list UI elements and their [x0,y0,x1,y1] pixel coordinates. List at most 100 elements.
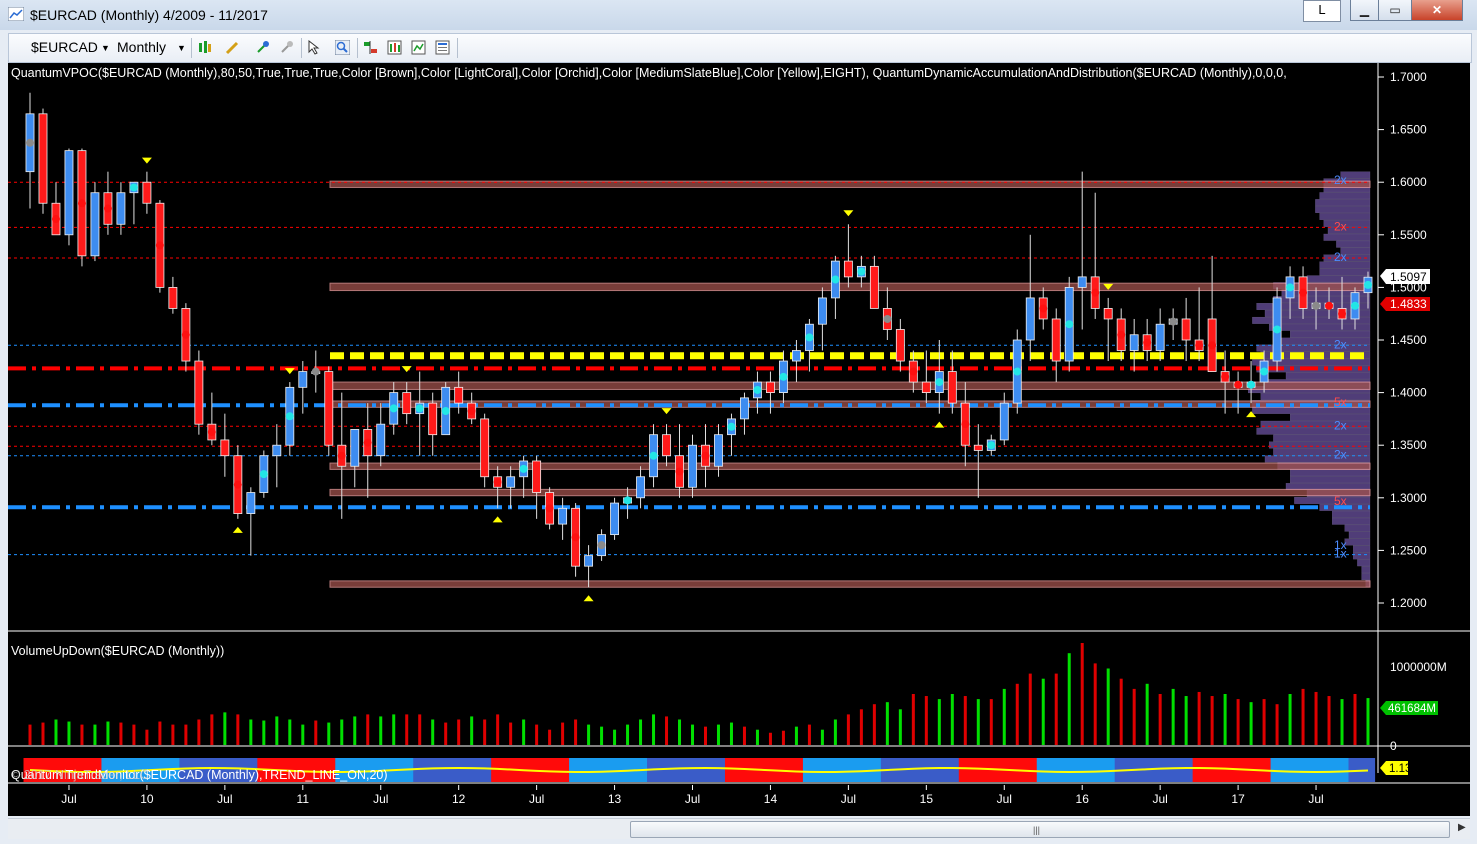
profile-bin [1285,483,1371,491]
candle[interactable] [830,255,840,319]
candle[interactable] [77,148,87,267]
candle[interactable] [999,392,1009,446]
drawing-pencil-icon[interactable] [225,40,240,55]
candle[interactable] [103,171,113,235]
properties-icon[interactable] [435,40,450,55]
candle[interactable] [90,182,100,262]
candle[interactable] [25,92,35,209]
candle[interactable] [1194,287,1204,362]
candle[interactable] [636,466,645,509]
candle[interactable] [688,434,697,498]
magnifier-icon[interactable] [335,40,350,55]
candle[interactable] [804,318,814,372]
candle[interactable] [973,424,983,498]
horizontal-scrollbar[interactable]: ||| ▶ [8,818,1470,839]
candle[interactable] [324,366,334,456]
candle[interactable] [220,413,230,477]
profile-bin [1281,337,1371,345]
candle[interactable] [895,318,905,372]
candle[interactable] [558,497,568,540]
candle[interactable] [675,424,684,498]
candle[interactable] [116,182,126,235]
trend-segment [828,758,843,782]
profile-bin [1306,275,1371,283]
volume-bar [768,732,772,745]
candle[interactable] [1207,255,1217,372]
time-axis[interactable]: Jul 10 Jul 11 Jul 12 Jul 13 Jul 14 Jul 15 Jul 16 Jul 17… [61,785,1324,806]
candle[interactable] [168,276,178,314]
volume-bar [444,722,448,745]
candle[interactable] [480,413,490,488]
indicators-icon[interactable] [363,40,378,55]
interval-dropdown-icon[interactable]: ▼ [177,43,186,53]
title-bar[interactable]: $EURCAD (Monthly) 4/2009 - 11/2017 L ▁ ▭… [0,0,1477,30]
candlesticks[interactable] [25,92,1373,588]
profile-multiplier-label: 2x [1334,250,1347,264]
candle[interactable] [207,392,217,446]
candle[interactable] [142,171,152,214]
volume-bar [301,724,305,745]
candle[interactable] [194,350,204,435]
candle[interactable] [610,497,619,540]
close-button[interactable]: ✕ [1411,0,1463,21]
volume-bar [1119,678,1123,745]
candle[interactable] [64,148,74,246]
price-levels: 2x2x2x2x5x2x2x5x1x1x [8,173,1370,561]
candle[interactable] [792,340,801,383]
candle[interactable] [1129,318,1139,372]
candle[interactable] [727,413,736,456]
volume-bar [703,726,707,745]
instrument-dropdown-icon[interactable]: ▼ [101,43,110,53]
candle[interactable] [376,403,386,467]
candle[interactable] [1181,297,1191,362]
candle[interactable] [1051,308,1061,383]
candle[interactable] [843,224,853,288]
candle[interactable] [38,108,48,214]
instrument-selector[interactable]: $EURCAD [31,39,98,55]
bar-style-icon[interactable] [197,40,212,55]
trend-segment [426,758,440,782]
window-title: $EURCAD (Monthly) 4/2009 - 11/2017 [30,7,268,23]
volume-bar [1301,688,1305,745]
candle[interactable] [1090,192,1100,319]
candle[interactable] [740,392,749,435]
interval-selector[interactable]: Monthly [117,39,166,55]
candle[interactable] [506,466,516,509]
candle[interactable] [1103,297,1113,362]
zoom-in-icon[interactable] [255,40,270,55]
vpoc-dot [337,451,346,460]
vpoc-dot [26,138,34,147]
candle[interactable] [363,403,373,498]
profile-bin [1353,545,1371,553]
scroll-right-arrow-icon[interactable]: ▶ [1458,822,1466,833]
volume-bar [1041,678,1045,745]
layout-button[interactable]: L [1303,0,1341,22]
candle[interactable] [869,255,879,309]
volume-bar [639,719,643,745]
candle[interactable] [882,287,892,340]
candle[interactable] [51,182,61,236]
candle[interactable] [1077,171,1087,330]
chart-canvas[interactable]: 2x2x2x2x5x2x2x5x1x1x 1.70001.65001.60001… [8,63,1470,816]
strategies-icon[interactable] [387,40,402,55]
candle[interactable] [1025,234,1035,362]
maximize-button[interactable]: ▭ [1378,0,1412,21]
candle[interactable] [246,487,256,556]
data-box-icon[interactable] [411,40,426,55]
candle[interactable] [532,455,542,519]
zoom-out-icon[interactable] [279,40,294,55]
up-candle-body [350,429,360,467]
candle[interactable] [493,466,503,509]
cursor-icon[interactable] [307,40,322,55]
profile-bin [1315,206,1371,213]
minimize-button[interactable]: ▁ [1350,0,1379,21]
candle[interactable] [817,287,827,351]
candle[interactable] [272,424,282,488]
down-candle-body [480,418,490,478]
scrollbar-thumb[interactable]: ||| [630,821,1450,838]
up-candle-body [1155,323,1165,351]
chart-toolbar: $EURCAD ▼ Monthly ▼ [8,33,1472,63]
chart-area[interactable]: 2x 2x 2x 2x 5x 2x 2x 5x 1x 1x 1.7000 1.6500 1.6000 1… [8,63,1470,816]
candle[interactable] [662,424,671,467]
candle[interactable] [350,429,360,488]
